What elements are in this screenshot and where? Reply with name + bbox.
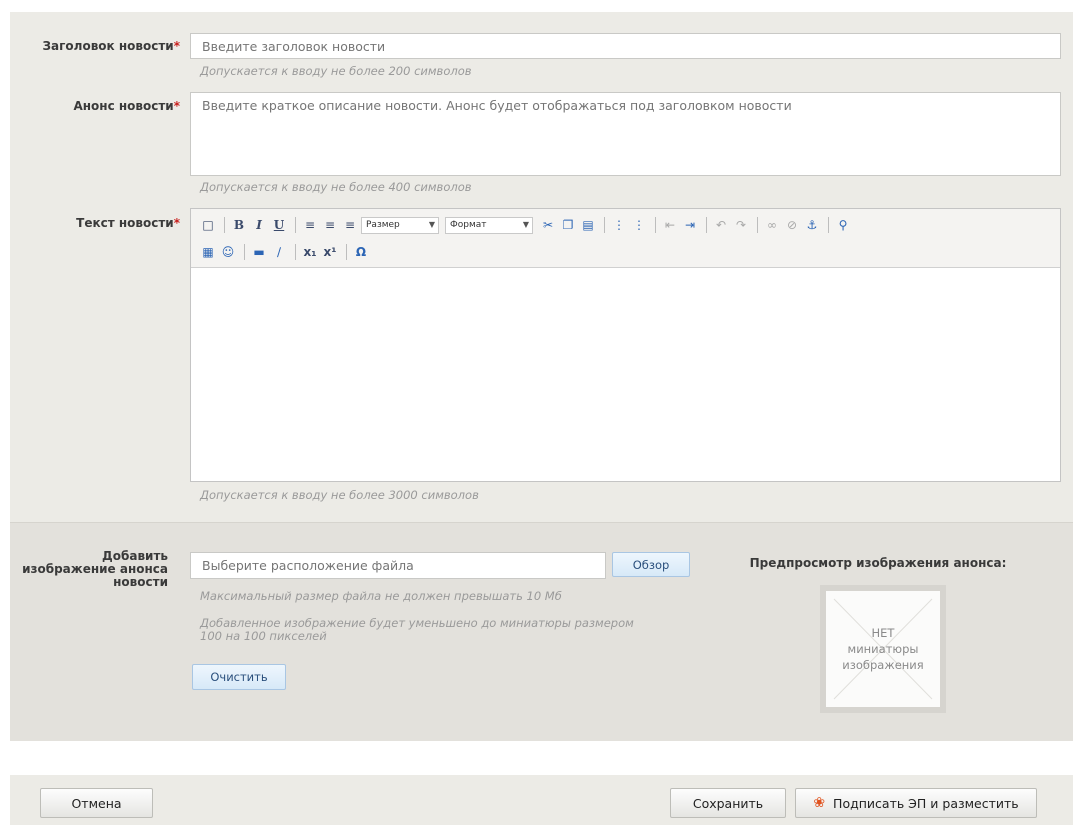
file-path-input[interactable] (190, 552, 606, 579)
align-center-icon[interactable]: ≡ (321, 216, 339, 234)
remove-format-icon[interactable]: ∕ (270, 243, 288, 261)
format-select-value: Формат (450, 220, 487, 230)
clear-button[interactable]: Очистить (192, 664, 286, 690)
image-preview: НЕТ миниатюры изображения (820, 585, 946, 713)
no-thumbnail-line: изображения (842, 658, 924, 672)
toolbar-separator (244, 244, 245, 260)
toolbar-separator (757, 217, 758, 233)
announce-label-text: Анонс новости (73, 99, 174, 113)
format-select[interactable]: Формат ▼ (445, 216, 533, 234)
toolbar-separator (295, 244, 296, 260)
toolbar-separator (224, 217, 225, 233)
title-input[interactable] (190, 33, 1061, 59)
browse-button[interactable]: Обзор (612, 552, 690, 577)
text-hint: Допускается к вводу не более 3000 символ… (200, 488, 479, 502)
align-left-icon[interactable]: ≡ (301, 216, 319, 234)
smiley-icon[interactable]: ☺ (219, 243, 237, 261)
paste-icon[interactable]: ▤ (579, 216, 597, 234)
italic-icon[interactable]: I (250, 216, 268, 234)
toolbar-separator (828, 217, 829, 233)
copy-icon[interactable]: ❐ (559, 216, 577, 234)
toolbar-separator (604, 217, 605, 233)
table-icon[interactable]: ▦ (199, 243, 217, 261)
text-label: Текст новости* (10, 216, 180, 230)
outdent-icon[interactable]: ⇤ (661, 216, 679, 234)
required-mark: * (173, 99, 180, 113)
anchor-icon[interactable]: ⚓ (803, 216, 821, 234)
title-label-text: Заголовок новости (42, 39, 174, 53)
font-size-select[interactable]: Размер ▼ (361, 216, 439, 234)
required-mark: * (173, 216, 180, 230)
redo-icon[interactable]: ↷ (732, 216, 750, 234)
bulleted-list-icon[interactable]: ⋮ (610, 216, 628, 234)
align-right-icon[interactable]: ≡ (341, 216, 359, 234)
text-label-text: Текст новости (76, 216, 174, 230)
font-size-select-value: Размер (366, 220, 400, 230)
numbered-list-icon[interactable]: ⋮ (630, 216, 648, 234)
announce-textarea[interactable] (190, 92, 1061, 176)
file-size-hint: Максимальный размер файла не должен прев… (200, 589, 562, 603)
horizontal-line-icon[interactable]: ▬ (250, 243, 268, 261)
preview-title: Предпросмотр изображения анонса: (749, 556, 1007, 570)
toolbar-separator (655, 217, 656, 233)
no-thumbnail-line: миниатюры (847, 642, 919, 656)
link-icon[interactable]: ∞ (763, 216, 781, 234)
title-label: Заголовок новости* (10, 39, 180, 53)
new-document-icon[interactable]: □ (199, 216, 217, 234)
rich-text-editor: □ B I U ≡ ≡ ≡ Размер ▼ Формат ▼ ✂ ❐ ▤ ⋮ ⋮ … (190, 208, 1061, 482)
title-hint: Допускается к вводу не более 200 символо… (200, 64, 472, 78)
toolbar-separator (706, 217, 707, 233)
sign-publish-label: Подписать ЭП и разместить (833, 795, 1019, 811)
superscript-icon[interactable]: x¹ (321, 243, 339, 261)
image-label: Добавить изображение анонса новости (22, 549, 168, 589)
no-thumbnail-text: НЕТ миниатюры изображения (826, 625, 940, 673)
announce-hint: Допускается к вводу не более 400 символо… (200, 180, 472, 194)
announce-label: Анонс новости* (10, 99, 180, 113)
underline-icon[interactable]: U (270, 216, 288, 234)
dropdown-arrow-icon: ▼ (428, 219, 435, 229)
subscript-icon[interactable]: x₁ (301, 243, 319, 261)
bold-icon[interactable]: B (230, 216, 248, 234)
toolbar-separator (295, 217, 296, 233)
cancel-button[interactable]: Отмена (40, 788, 153, 818)
special-char-icon[interactable]: Ω (352, 243, 370, 261)
save-button[interactable]: Сохранить (670, 788, 786, 818)
editor-content-area[interactable] (191, 267, 1060, 481)
dropdown-arrow-icon: ▼ (522, 219, 529, 229)
badge-icon: ❀ (813, 795, 826, 811)
editor-toolbar: □ B I U ≡ ≡ ≡ Размер ▼ Формат ▼ ✂ ❐ ▤ ⋮ ⋮ … (191, 209, 1060, 268)
toolbar-separator (346, 244, 347, 260)
cut-icon[interactable]: ✂ (539, 216, 557, 234)
undo-icon[interactable]: ↶ (712, 216, 730, 234)
indent-icon[interactable]: ⇥ (681, 216, 699, 234)
required-mark: * (173, 39, 180, 53)
find-icon[interactable]: ⚲ (834, 216, 852, 234)
sign-publish-button[interactable]: ❀ Подписать ЭП и разместить (795, 788, 1037, 818)
unlink-icon[interactable]: ⊘ (783, 216, 801, 234)
preview-placeholder: НЕТ миниатюры изображения (826, 591, 940, 707)
no-thumbnail-line: НЕТ (871, 626, 895, 640)
resize-hint: Добавленное изображение будет уменьшено … (200, 616, 634, 643)
